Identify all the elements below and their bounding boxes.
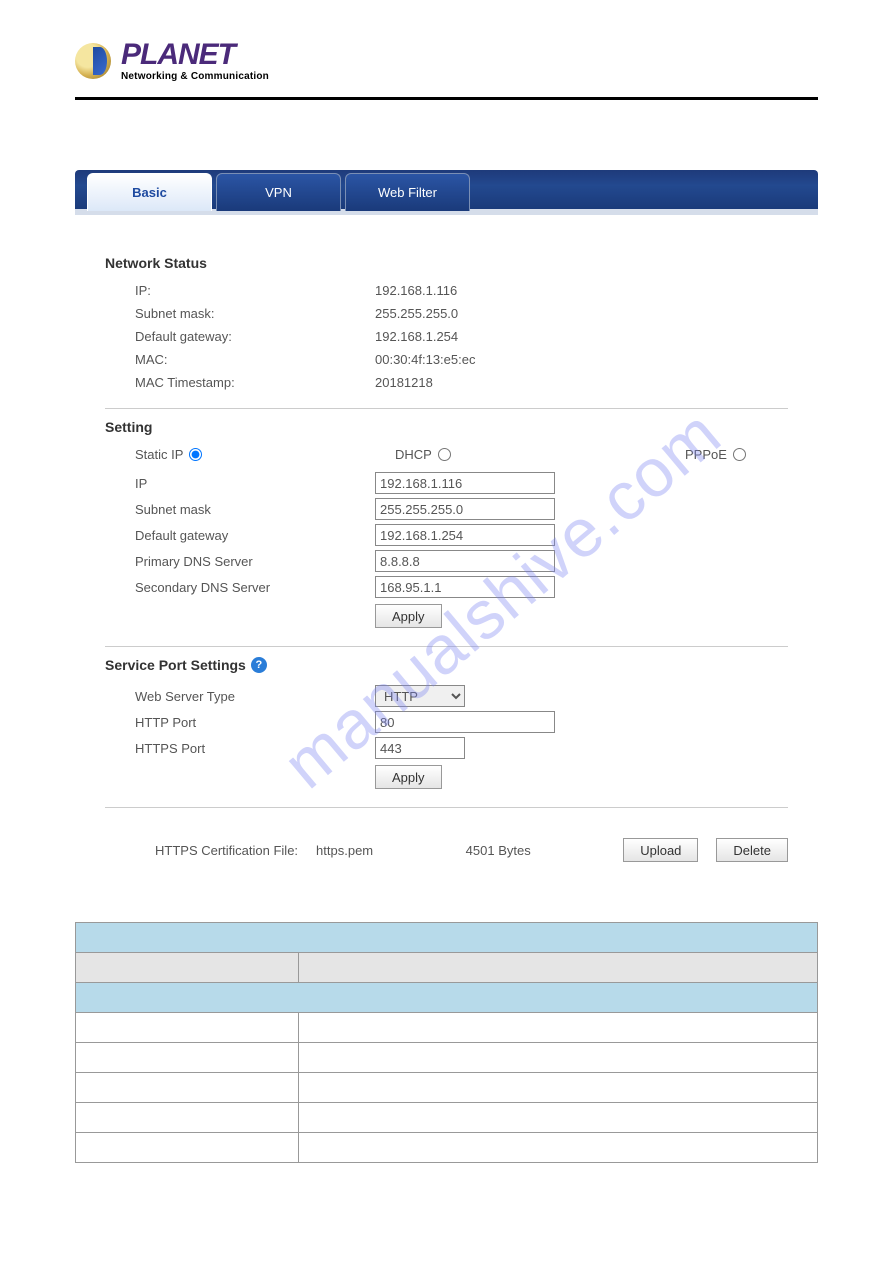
https-port-input[interactable] — [375, 737, 465, 759]
section-title-setting: Setting — [105, 419, 788, 435]
section-title-text: Service Port Settings — [105, 657, 246, 673]
form-label: IP — [135, 476, 375, 491]
status-row-mac-ts: MAC Timestamp: 20181218 — [135, 375, 788, 390]
section-title-network-status: Network Status — [105, 255, 788, 271]
table-cell — [76, 953, 299, 983]
radio-static-ip[interactable]: Static IP — [135, 447, 395, 462]
table-cell — [76, 1013, 299, 1043]
form-label: Web Server Type — [135, 689, 375, 704]
table-cell — [298, 1043, 817, 1073]
brand-name: PLANET — [121, 40, 269, 70]
status-label: MAC: — [135, 352, 375, 367]
tab-label: Web Filter — [378, 185, 437, 200]
tab-basic[interactable]: Basic — [87, 173, 212, 211]
subnet-input[interactable] — [375, 498, 555, 520]
brand-text: PLANET Networking & Communication — [121, 40, 269, 82]
help-icon[interactable]: ? — [251, 657, 267, 673]
status-row-gateway: Default gateway: 192.168.1.254 — [135, 329, 788, 344]
app-frame: Basic VPN Web Filter Network Status IP: … — [75, 170, 818, 892]
radio-input-pppoe[interactable] — [733, 448, 746, 461]
setting-form: IP Subnet mask Default gateway Primary D… — [105, 472, 788, 598]
tab-web-filter[interactable]: Web Filter — [345, 173, 470, 211]
form-label: Primary DNS Server — [135, 554, 375, 569]
radio-input-dhcp[interactable] — [438, 448, 451, 461]
tab-vpn[interactable]: VPN — [216, 173, 341, 211]
ip-mode-radio-row: Static IP DHCP PPPoE — [105, 447, 788, 462]
form-row-http-port: HTTP Port — [135, 711, 788, 733]
form-row-https-port: HTTPS Port — [135, 737, 788, 759]
table-cell — [298, 1103, 817, 1133]
service-port-form: Web Server Type HTTP HTTP Port HTTPS Por… — [105, 685, 788, 759]
radio-input-static[interactable] — [189, 448, 202, 461]
form-label: Subnet mask — [135, 502, 375, 517]
brand-tagline: Networking & Communication — [121, 72, 269, 82]
section-title-service-port: Service Port Settings ? — [105, 657, 788, 673]
table-cell — [76, 1073, 299, 1103]
status-row-subnet: Subnet mask: 255.255.255.0 — [135, 306, 788, 321]
brand-logo-icon — [75, 43, 111, 79]
http-port-input[interactable] — [375, 711, 555, 733]
radio-pppoe[interactable]: PPPoE — [685, 447, 746, 462]
table-cell — [76, 1043, 299, 1073]
status-label: Subnet mask: — [135, 306, 375, 321]
radio-label: DHCP — [395, 447, 432, 462]
table-cell — [298, 1013, 817, 1043]
dns2-input[interactable] — [375, 576, 555, 598]
tab-label: VPN — [265, 185, 292, 200]
divider — [105, 807, 788, 808]
form-label: HTTPS Port — [135, 741, 375, 756]
ip-input[interactable] — [375, 472, 555, 494]
form-row-ip: IP — [135, 472, 788, 494]
network-status-grid: IP: 192.168.1.116 Subnet mask: 255.255.2… — [105, 283, 788, 390]
content-area: Network Status IP: 192.168.1.116 Subnet … — [75, 215, 818, 892]
status-value: 20181218 — [375, 375, 788, 390]
form-label: HTTP Port — [135, 715, 375, 730]
table-cell — [76, 923, 818, 953]
table-cell — [76, 983, 818, 1013]
radio-dhcp[interactable]: DHCP — [395, 447, 685, 462]
radio-label: PPPoE — [685, 447, 727, 462]
status-label: IP: — [135, 283, 375, 298]
status-label: MAC Timestamp: — [135, 375, 375, 390]
apply-setting-button[interactable]: Apply — [375, 604, 442, 628]
form-row-gateway: Default gateway — [135, 524, 788, 546]
divider — [105, 646, 788, 647]
form-row-dns2: Secondary DNS Server — [135, 576, 788, 598]
divider — [105, 408, 788, 409]
status-value: 192.168.1.116 — [375, 283, 788, 298]
table-cell — [76, 1103, 299, 1133]
form-label: Secondary DNS Server — [135, 580, 375, 595]
webserver-type-select[interactable]: HTTP — [375, 685, 465, 707]
status-value: 00:30:4f:13:e5:ec — [375, 352, 788, 367]
radio-label: Static IP — [135, 447, 183, 462]
status-row-mac: MAC: 00:30:4f:13:e5:ec — [135, 352, 788, 367]
cert-size: 4501 Bytes — [466, 843, 531, 858]
cert-label: HTTPS Certification File: — [155, 843, 298, 858]
table-cell — [298, 1073, 817, 1103]
gateway-input[interactable] — [375, 524, 555, 546]
table-cell — [298, 953, 817, 983]
delete-cert-button[interactable]: Delete — [716, 838, 788, 862]
form-row-dns1: Primary DNS Server — [135, 550, 788, 572]
blank-table — [75, 922, 818, 1163]
brand-header: PLANET Networking & Communication — [75, 40, 818, 100]
form-row-webserver-type: Web Server Type HTTP — [135, 685, 788, 707]
form-row-subnet: Subnet mask — [135, 498, 788, 520]
dns1-input[interactable] — [375, 550, 555, 572]
cert-file: https.pem — [316, 843, 373, 858]
https-cert-row: HTTPS Certification File: https.pem 4501… — [105, 838, 788, 862]
status-value: 192.168.1.254 — [375, 329, 788, 344]
status-row-ip: IP: 192.168.1.116 — [135, 283, 788, 298]
form-label: Default gateway — [135, 528, 375, 543]
tab-label: Basic — [132, 185, 167, 200]
tabbar: Basic VPN Web Filter — [75, 170, 818, 215]
table-cell — [76, 1133, 299, 1163]
apply-service-port-button[interactable]: Apply — [375, 765, 442, 789]
status-value: 255.255.255.0 — [375, 306, 788, 321]
upload-cert-button[interactable]: Upload — [623, 838, 698, 862]
table-cell — [298, 1133, 817, 1163]
status-label: Default gateway: — [135, 329, 375, 344]
